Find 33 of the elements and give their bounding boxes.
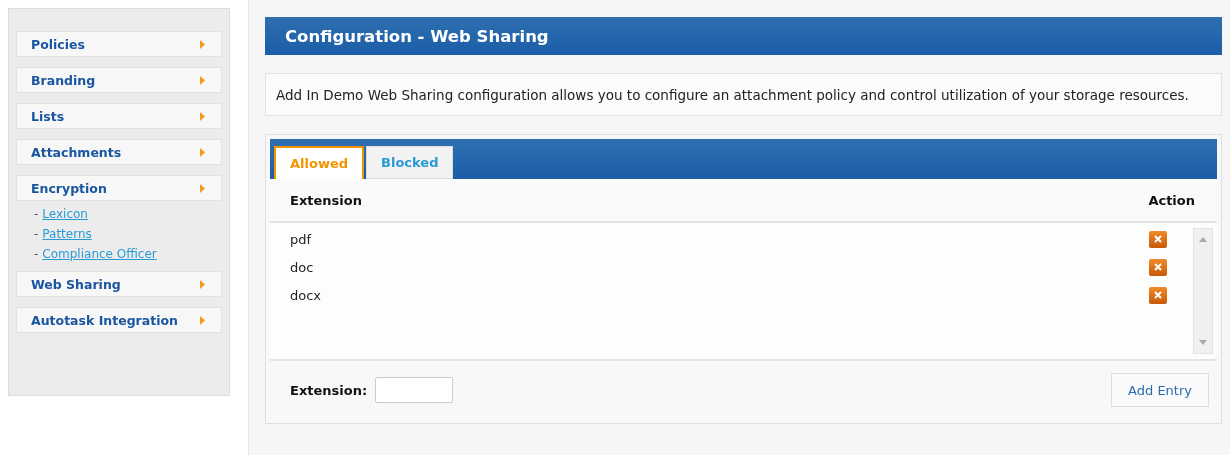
sidebar-item[interactable]: Lists: [16, 103, 222, 129]
column-header: Action: [1148, 192, 1195, 208]
sidebar-item[interactable]: Autotask Integration: [16, 307, 222, 333]
dash-mark: -: [34, 227, 39, 241]
caret-icon: [200, 183, 205, 193]
sidebar-item[interactable]: Web Sharing: [16, 271, 222, 297]
sidebar-item[interactable]: Policies: [16, 31, 222, 57]
field-label: Extension:: [290, 382, 368, 398]
scrollbar[interactable]: [1193, 228, 1213, 354]
sidebar-item[interactable]: Encryption: [16, 175, 222, 201]
table-cell: docx: [290, 287, 322, 303]
extension-field[interactable]: [375, 377, 454, 403]
sidebar-item[interactable]: Branding: [16, 67, 222, 93]
scroll-up-icon[interactable]: [1199, 237, 1207, 242]
caret-icon: [200, 279, 205, 289]
table-cell: pdf: [290, 231, 312, 247]
column-header: Extension: [290, 192, 362, 208]
delete-icon[interactable]: [1149, 286, 1167, 304]
caret-icon: [200, 315, 205, 325]
scroll-down-icon[interactable]: [1199, 340, 1207, 345]
description-text: Add In Demo Web Sharing configuration allows you to configure an attachment policy and control utilization of your storage resources.: [276, 87, 1189, 103]
dash-mark: -: [34, 247, 39, 261]
delete-icon[interactable]: [1149, 258, 1167, 276]
delete-icon[interactable]: [1149, 230, 1167, 248]
caret-icon: [200, 39, 205, 49]
caret-icon: [200, 111, 205, 121]
add-entry-button[interactable]: Add Entry: [1111, 373, 1209, 407]
table-cell: doc: [290, 259, 314, 275]
page-title: Configuration - Web Sharing: [285, 26, 549, 46]
dash-mark: -: [34, 207, 39, 221]
caret-icon: [200, 75, 205, 85]
sidebar-item[interactable]: Attachments: [16, 139, 222, 165]
caret-icon: [200, 147, 205, 157]
